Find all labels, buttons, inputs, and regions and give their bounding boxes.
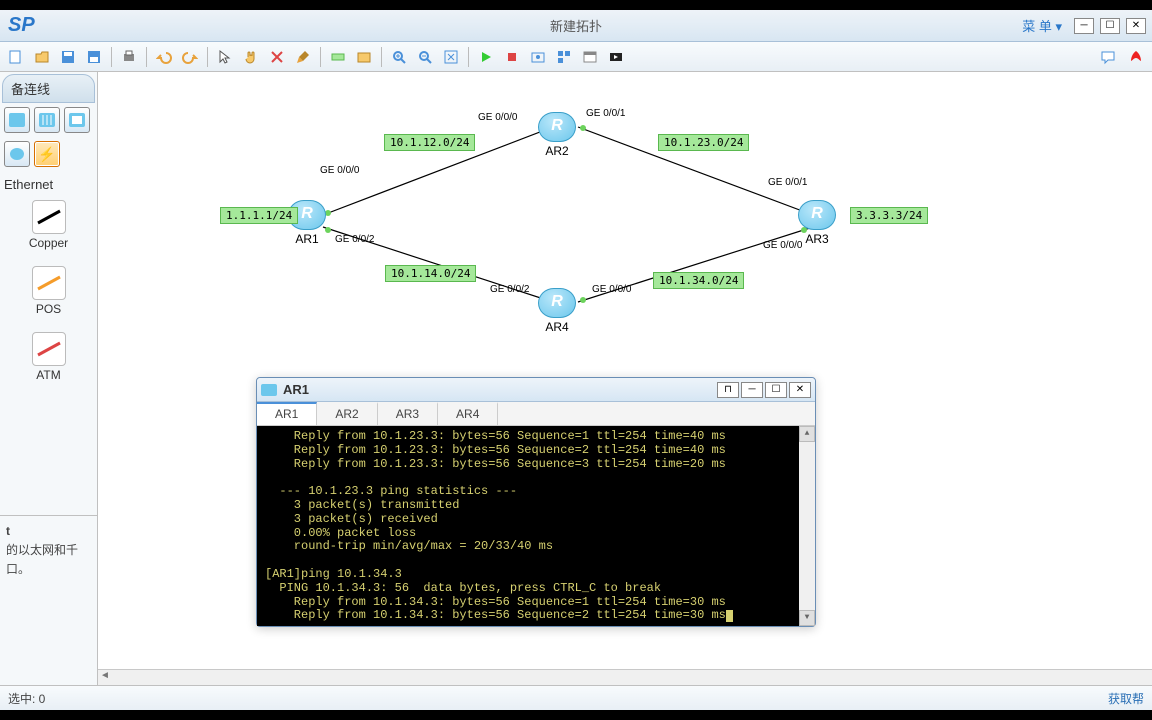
- interface-label: GE 0/0/1: [768, 177, 807, 188]
- window-title: 新建拓扑: [550, 16, 602, 35]
- interface-label: GE 0/0/2: [490, 284, 529, 295]
- device-type-3[interactable]: [64, 107, 90, 133]
- interface-label: GE 0/0/1: [586, 108, 625, 119]
- zoomin-button[interactable]: [387, 45, 411, 69]
- huawei-icon[interactable]: [1124, 45, 1148, 69]
- terminal-window: AR1 ⊓ ─ ☐ ✕ AR1AR2AR3AR4 Reply from 10.1…: [256, 377, 816, 627]
- terminal-scrollbar[interactable]: ▲ ▼: [799, 426, 815, 626]
- router-label: AR4: [538, 320, 576, 334]
- router-icon: [538, 288, 576, 318]
- canvas-hscroll[interactable]: [98, 669, 1152, 685]
- sidebar-devices-tab[interactable]: 备连线: [2, 74, 95, 103]
- router-AR3[interactable]: AR3: [798, 200, 836, 246]
- fit-button[interactable]: [439, 45, 463, 69]
- terminal-title: AR1: [283, 382, 309, 397]
- titlebar: SP 新建拓扑 菜 单 ▾ ─ ☐ ✕: [0, 10, 1152, 42]
- device-type-1[interactable]: [4, 107, 30, 133]
- scroll-up-icon[interactable]: ▲: [799, 426, 815, 442]
- new-button[interactable]: [4, 45, 28, 69]
- network-label[interactable]: 1.1.1.1/24: [220, 207, 298, 224]
- device-type-4[interactable]: [4, 141, 30, 167]
- zoomout-button[interactable]: [413, 45, 437, 69]
- link-type-copper[interactable]: Copper: [0, 194, 97, 260]
- delete-button[interactable]: [265, 45, 289, 69]
- text-button[interactable]: [326, 45, 350, 69]
- save-button[interactable]: [56, 45, 80, 69]
- link-type-pos[interactable]: POS: [0, 260, 97, 326]
- network-label[interactable]: 10.1.34.0/24: [653, 272, 744, 289]
- terminal-tabs: AR1AR2AR3AR4: [257, 402, 815, 426]
- terminal-tab-AR3[interactable]: AR3: [378, 402, 438, 425]
- close-button[interactable]: ✕: [1126, 18, 1146, 34]
- terminal-text: Reply from 10.1.23.3: bytes=56 Sequence=…: [265, 429, 726, 622]
- device-type-2[interactable]: [34, 107, 60, 133]
- terminal-tab-AR4[interactable]: AR4: [438, 402, 498, 425]
- terminal-minimize-button[interactable]: ─: [741, 382, 763, 398]
- sidebar-section-label: Ethernet: [0, 171, 97, 194]
- window-button[interactable]: [578, 45, 602, 69]
- status-selection: 选中: 0: [8, 690, 45, 707]
- link-label: ATM: [0, 368, 97, 382]
- terminal-pin-button[interactable]: ⊓: [717, 382, 739, 398]
- terminal-output[interactable]: Reply from 10.1.23.3: bytes=56 Sequence=…: [257, 426, 815, 626]
- interface-label: GE 0/0/2: [335, 234, 374, 245]
- network-label[interactable]: 3.3.3.3/24: [850, 207, 928, 224]
- stop-button[interactable]: [500, 45, 524, 69]
- cursor-icon: [726, 610, 733, 622]
- hand-button[interactable]: [239, 45, 263, 69]
- network-label[interactable]: 10.1.14.0/24: [385, 265, 476, 282]
- terminal-close-button[interactable]: ✕: [789, 382, 811, 398]
- link-label: Copper: [0, 236, 97, 250]
- main-toolbar: [0, 42, 1152, 72]
- broom-button[interactable]: [291, 45, 315, 69]
- router-label: AR3: [798, 232, 836, 246]
- router-AR4[interactable]: AR4: [538, 288, 576, 334]
- terminal-maximize-button[interactable]: ☐: [765, 382, 787, 398]
- saveas-button[interactable]: [82, 45, 106, 69]
- copper-icon: [32, 200, 66, 234]
- status-help-link[interactable]: 获取帮: [1108, 690, 1144, 707]
- router-label: AR2: [538, 144, 576, 158]
- sidebar-description: t 的以太网和千 口。: [0, 515, 97, 685]
- router-label: AR1: [288, 232, 326, 246]
- link-label: POS: [0, 302, 97, 316]
- undo-button[interactable]: [152, 45, 176, 69]
- interface-label: GE 0/0/0: [592, 284, 631, 295]
- start-button[interactable]: [474, 45, 498, 69]
- statusbar: 选中: 0 获取帮: [0, 685, 1152, 710]
- minimize-button[interactable]: ─: [1074, 18, 1094, 34]
- network-label[interactable]: 10.1.12.0/24: [384, 134, 475, 151]
- interface-label: GE 0/0/0: [478, 112, 517, 123]
- network-label[interactable]: 10.1.23.0/24: [658, 134, 749, 151]
- app-logo: SP: [0, 14, 43, 37]
- layout-button[interactable]: [552, 45, 576, 69]
- menu-button[interactable]: 菜 单 ▾: [1016, 14, 1068, 37]
- terminal-tab-AR1[interactable]: AR1: [257, 402, 317, 425]
- capture-button[interactable]: [526, 45, 550, 69]
- lightning-icon: ⚡: [38, 146, 55, 163]
- atm-icon: [32, 332, 66, 366]
- terminal-titlebar[interactable]: AR1 ⊓ ─ ☐ ✕: [257, 378, 815, 402]
- interface-label: GE 0/0/0: [763, 240, 802, 251]
- video-button[interactable]: [604, 45, 628, 69]
- print-button[interactable]: [117, 45, 141, 69]
- open-button[interactable]: [30, 45, 54, 69]
- link-auto-button[interactable]: ⚡: [34, 141, 60, 167]
- sidebar: 备连线 ⚡ Ethernet Copper POS ATM t: [0, 72, 98, 685]
- redo-button[interactable]: [178, 45, 202, 69]
- scroll-down-icon[interactable]: ▼: [799, 610, 815, 626]
- pos-icon: [32, 266, 66, 300]
- router-AR2[interactable]: AR2: [538, 112, 576, 158]
- pointer-button[interactable]: [213, 45, 237, 69]
- router-icon: [798, 200, 836, 230]
- link-type-atm[interactable]: ATM: [0, 326, 97, 392]
- palette-button[interactable]: [352, 45, 376, 69]
- topology-canvas[interactable]: AR1 AR2 AR3 AR4 1.1.1.1/24 10.1.12.0/24 10…: [98, 72, 1152, 685]
- terminal-tab-AR2[interactable]: AR2: [317, 402, 377, 425]
- chat-button[interactable]: [1096, 45, 1120, 69]
- interface-label: GE 0/0/0: [320, 165, 359, 176]
- router-icon: [538, 112, 576, 142]
- maximize-button[interactable]: ☐: [1100, 18, 1120, 34]
- terminal-icon: [261, 384, 277, 396]
